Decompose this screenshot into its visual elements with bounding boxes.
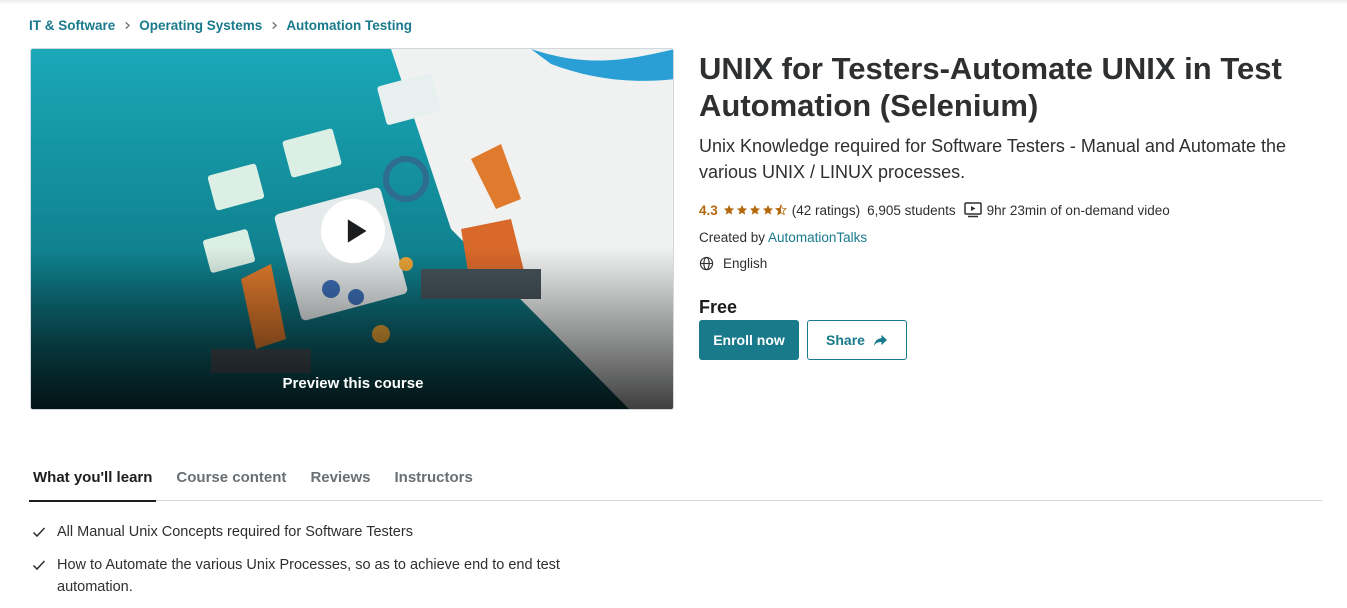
learn-list: All Manual Unix Concepts required for So… [32, 521, 632, 608]
course-language: English [699, 256, 767, 271]
star-full-icon [723, 205, 734, 215]
list-item: How to Automate the various Unix Process… [32, 554, 632, 598]
header-shadow [0, 0, 1347, 4]
tab-what-youll-learn[interactable]: What you'll learn [29, 454, 157, 502]
course-stats: 4.3 (42 ratings) 6,905 students 9hr 23mi… [699, 201, 1170, 219]
course-title: UNIX for Testers-Automate UNIX in Test A… [699, 51, 1282, 123]
star-full-icon [749, 205, 760, 215]
list-item: All Manual Unix Concepts required for So… [32, 521, 632, 543]
globe-icon [699, 256, 714, 271]
enroll-now-button[interactable]: Enroll now [699, 320, 799, 360]
chevron-right-icon [262, 21, 286, 30]
tab-course-content[interactable]: Course content [172, 454, 290, 501]
chevron-right-icon [115, 21, 139, 30]
play-button[interactable] [321, 199, 385, 263]
check-icon [32, 527, 46, 538]
course-tabs: What you'll learn Course content Reviews… [29, 454, 1322, 502]
video-icon [963, 202, 982, 218]
course-subtitle: Unix Knowledge required for Software Tes… [699, 136, 1286, 182]
learn-item-text: How to Automate the various Unix Process… [57, 557, 560, 595]
created-by-label: Created by [699, 230, 769, 245]
tab-instructors[interactable]: Instructors [390, 454, 476, 501]
rating-value: 4.3 [699, 202, 718, 218]
language-label: English [723, 256, 768, 271]
star-rating [723, 204, 787, 216]
star-half-icon [774, 204, 787, 216]
check-icon [32, 560, 46, 571]
students-count: 6,905 students [867, 202, 956, 218]
star-full-icon [736, 205, 747, 215]
breadcrumb: IT & Software Operating Systems Automati… [29, 16, 412, 34]
breadcrumb-operating-systems[interactable]: Operating Systems [139, 18, 262, 33]
share-arrow-icon [873, 334, 887, 346]
ratings-count[interactable]: (42 ratings) [792, 203, 860, 218]
created-by: Created by AutomationTalks [699, 230, 867, 245]
play-icon [347, 219, 366, 243]
tab-reviews[interactable]: Reviews [306, 454, 374, 501]
video-length: 9hr 23min of on-demand video [986, 202, 1170, 218]
star-full-icon [762, 205, 773, 215]
enroll-now-label: Enroll now [713, 332, 785, 348]
instructor-link[interactable]: AutomationTalks [768, 230, 867, 245]
share-button[interactable]: Share [807, 320, 907, 360]
course-preview[interactable]: Preview this course [30, 48, 674, 410]
course-price: Free [699, 297, 738, 317]
learn-item-text: All Manual Unix Concepts required for So… [57, 524, 413, 540]
breadcrumb-it-software[interactable]: IT & Software [29, 18, 115, 33]
preview-course-label: Preview this course [282, 375, 424, 392]
breadcrumb-automation-testing[interactable]: Automation Testing [286, 18, 412, 33]
share-label: Share [826, 332, 865, 348]
